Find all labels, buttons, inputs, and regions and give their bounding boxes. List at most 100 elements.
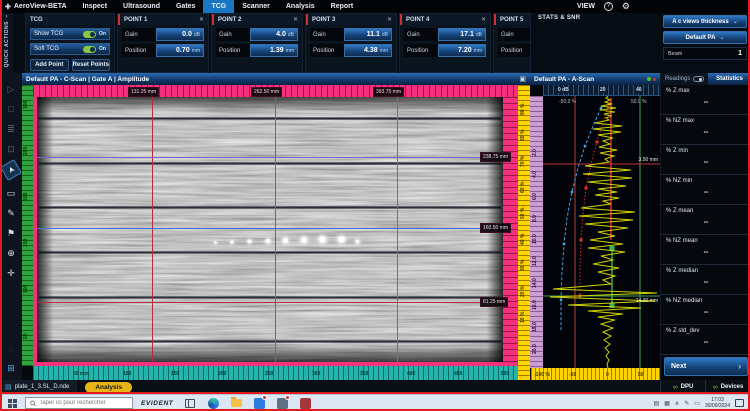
quick-actions-strip[interactable]: › QUICK ACTIONS (0, 13, 13, 73)
cscan-cursor-label-y3[interactable]: 81.25 mm (480, 297, 508, 307)
view-menu[interactable]: VIEW (577, 3, 595, 10)
add-point-button[interactable]: Add Point (30, 59, 69, 71)
chevron-down-icon: ⌄ (719, 34, 724, 41)
cscan-horizontal-cursor-blue[interactable] (37, 228, 503, 229)
flag-tool-icon[interactable]: ⚑ (3, 225, 19, 241)
cscan-vertical-cursor-purple[interactable] (397, 97, 398, 362)
gate-bottom-label[interactable]: 14.30 mm (636, 298, 658, 304)
cscan-canvas[interactable] (37, 97, 503, 362)
gain-label: Gain (310, 28, 344, 41)
gain-field[interactable]: 17.1dB (438, 28, 486, 41)
show-tcg-label: Show TCG (34, 31, 63, 37)
edge-icon[interactable] (207, 397, 219, 409)
layers-tool-icon[interactable]: ≣ (3, 121, 19, 137)
zoom-tool-icon[interactable]: ⊕ (3, 245, 19, 261)
pin-icon[interactable]: ▣ (519, 75, 526, 83)
position-field[interactable]: 7.20mm (438, 44, 486, 57)
cscan-vertical-cursor-red[interactable] (152, 97, 153, 362)
beam-field[interactable]: Beam 1 (663, 47, 747, 60)
cscan-vertical-cursor-blue[interactable] (275, 97, 276, 362)
grid-tool-icon[interactable]: ⊞ (3, 360, 19, 376)
dpu-status-button[interactable]: ∞ DPU (660, 380, 705, 394)
position-field[interactable]: 0.70mm (156, 44, 204, 57)
next-button[interactable]: Next › (664, 357, 748, 376)
point-2-title: POINT 2 (216, 17, 241, 23)
cscan-cursor-label-x3[interactable]: 393.75 mm (373, 87, 404, 97)
taskbar-clock[interactable]: 17:03 30/09/2024 (705, 397, 730, 409)
ascan-header[interactable]: Default PA - A-Scan (530, 73, 660, 85)
tick-label: 18.0 (532, 322, 538, 332)
tab-readings[interactable]: Readings (661, 73, 708, 85)
cscan-vertical-ruler: 300 250 200 150 100 50 (22, 85, 33, 366)
menu-item-report[interactable]: Report (323, 0, 362, 13)
tray-expand-icon[interactable]: ∧ (675, 400, 679, 407)
analysis-mode-badge[interactable]: Analysis (85, 382, 132, 393)
menu-item-gates[interactable]: Gates (168, 0, 203, 13)
mail-icon[interactable] (276, 397, 288, 409)
help-icon[interactable]: ? (604, 2, 613, 11)
tray-icon[interactable]: ▦ (664, 400, 670, 407)
panel-accent-bar (118, 14, 120, 25)
ascan-canvas[interactable]: -50.0 % 50.0 % 3.50 mm 14.30 mm (543, 96, 660, 368)
soft-tcg-toggle[interactable] (83, 46, 96, 53)
devices-status-button[interactable]: ∞ Devices (705, 380, 750, 394)
stop-tool-icon[interactable]: □ (3, 101, 19, 117)
close-icon[interactable]: ✕ (481, 16, 490, 23)
file-explorer-icon[interactable] (230, 397, 242, 409)
menu-item-analysis[interactable]: Analysis (278, 0, 323, 13)
cscan-header[interactable]: Default PA - C-Scan | Gate A | Amplitude… (22, 73, 530, 85)
gate-top-label[interactable]: 3.50 mm (639, 157, 658, 163)
pa-dropdown[interactable]: Default PA ⌄ (663, 31, 747, 44)
cscan-cursor-label-x1[interactable]: 131.25 mm (128, 87, 159, 97)
menu-item-ultrasound[interactable]: Ultrasound (115, 0, 168, 13)
tab-statistics[interactable]: Statistics (708, 73, 750, 85)
quick-actions-expand-icon[interactable]: › (6, 14, 8, 20)
tick-label: 20.0 (532, 344, 538, 354)
clock-date: 30/09/2024 (705, 403, 730, 409)
windows-taskbar: EVIDENT ▤ ▦ ∧ ✎ ▭ 17:03 30/09/2024 (0, 394, 750, 411)
start-button[interactable] (8, 399, 17, 408)
top-panel-row: › QUICK ACTIONS TCG Show TCG On Soft TCG… (0, 13, 750, 73)
taskbar-search[interactable] (25, 397, 133, 409)
pencil-tool-icon[interactable]: ✎ (3, 205, 19, 221)
point-5-panel: POINT 5 Gain Position (493, 13, 531, 73)
menu-item-inspect[interactable]: Inspect (75, 0, 116, 13)
task-view-button[interactable] (184, 397, 196, 409)
play-tool-icon[interactable]: ▷ (3, 81, 19, 97)
menu-item-tcg[interactable]: TCG (203, 0, 234, 13)
position-field[interactable]: 1.39mm (250, 44, 298, 57)
gain-field[interactable]: 0.0dB (156, 28, 204, 41)
pointer-tool-icon[interactable]: ➤ (0, 159, 22, 181)
close-icon[interactable]: ✕ (199, 16, 208, 23)
action-center-icon[interactable] (735, 399, 744, 407)
readings-statistics-toggle[interactable] (693, 76, 704, 82)
reset-points-button[interactable]: Reset Points (72, 59, 111, 71)
cscan-cursor-label-y1[interactable]: 238.75 mm (480, 152, 511, 162)
indication-dot (214, 241, 217, 244)
cscan-cursor-label-y2[interactable]: 160.50 mm (480, 223, 511, 233)
teams-icon[interactable] (253, 397, 265, 409)
office-icon[interactable] (299, 397, 311, 409)
app-title: AeroView-BETA (14, 3, 67, 10)
thickness-dropdown[interactable]: A c views thickness ⌄ (663, 15, 747, 28)
tray-icon[interactable]: ▤ (654, 400, 660, 407)
keyboard-tray-icon[interactable]: ▭ (694, 400, 700, 407)
file-tab[interactable]: ▤ plate_1_3.SL_D.nde (0, 380, 77, 394)
pan-tool-icon[interactable]: ✛ (3, 265, 19, 281)
gain-field[interactable]: 4.0dB (250, 28, 298, 41)
position-field[interactable]: 4.38mm (344, 44, 392, 57)
marquee-tool-icon[interactable]: ▭ (3, 185, 19, 201)
close-icon[interactable]: ✕ (387, 16, 396, 23)
search-input[interactable] (39, 400, 128, 406)
show-tcg-toggle[interactable] (83, 31, 96, 38)
pen-tray-icon[interactable]: ✎ (684, 400, 689, 407)
bulb-tool-icon[interactable]: ◌ (3, 341, 19, 357)
menu-item-scanner[interactable]: Scanner (234, 0, 278, 13)
gain-field[interactable]: 11.1dB (344, 28, 392, 41)
close-icon[interactable]: ✕ (293, 16, 302, 23)
dock-tool-icon[interactable]: ⊡ (3, 141, 19, 157)
cscan-horizontal-cursor-purple[interactable] (37, 157, 503, 158)
gear-icon[interactable]: ⚙ (622, 1, 630, 12)
cscan-horizontal-cursor-red[interactable] (37, 302, 503, 303)
cscan-cursor-label-x2[interactable]: 262.50 mm (251, 87, 282, 97)
